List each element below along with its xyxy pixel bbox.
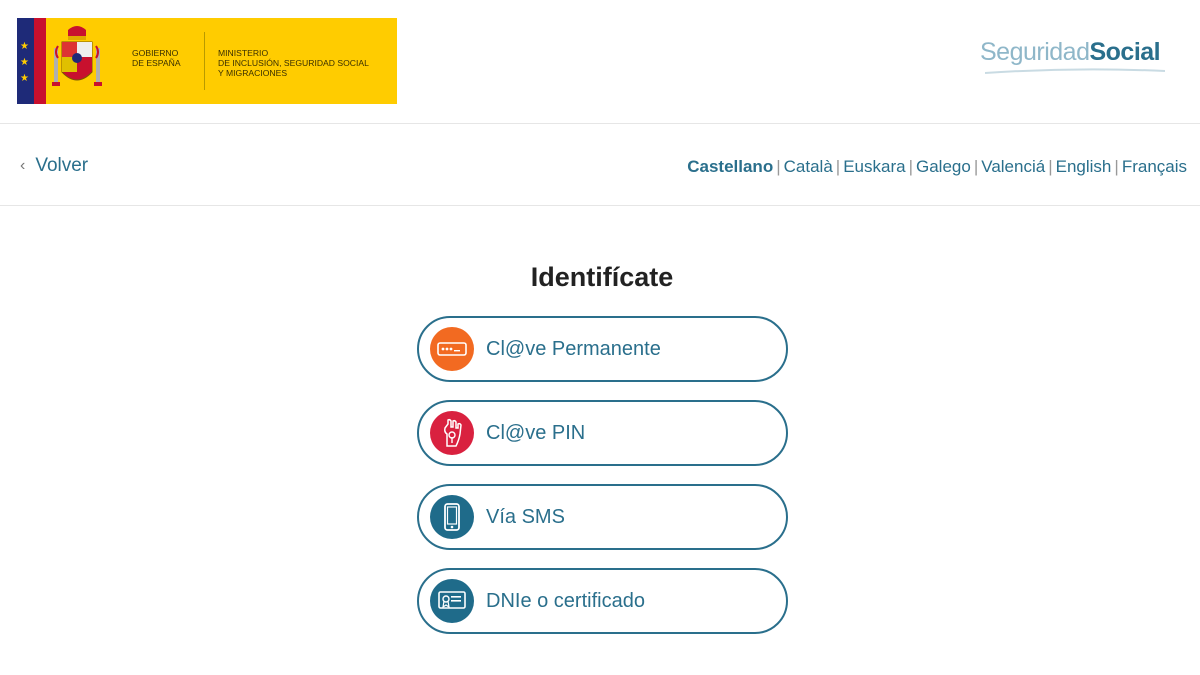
lang-galego[interactable]: Galego — [916, 157, 971, 177]
eu-star-icon: ★ — [20, 73, 29, 84]
lang-separator: | — [973, 157, 979, 176]
ministry-line: de Inclusión, Seguridad Social — [218, 58, 369, 68]
red-strip — [34, 18, 46, 104]
mobile-phone-icon — [430, 495, 474, 539]
clave-permanente-button[interactable]: Cl@ve Permanente — [417, 316, 788, 382]
password-field-icon — [430, 327, 474, 371]
eu-star-icon: ★ — [20, 41, 29, 52]
government-logo[interactable]: ★ ★ ★ Gobierno — [17, 18, 397, 104]
chevron-left-icon: ‹ — [20, 157, 26, 174]
lang-separator: | — [835, 157, 841, 176]
lang-valencia[interactable]: Valenciá — [981, 157, 1045, 177]
lang-catala[interactable]: Català — [784, 157, 833, 177]
dnie-certificado-button[interactable]: DNIe o certificado — [417, 568, 788, 634]
lang-euskara[interactable]: Euskara — [843, 157, 905, 177]
lang-castellano[interactable]: Castellano — [687, 157, 773, 177]
lang-separator: | — [776, 157, 781, 176]
government-line: Gobierno — [132, 48, 179, 58]
language-selector: Castellano | Català | Euskara | Galego |… — [687, 157, 1187, 177]
brand-light-text: Seguridad — [980, 38, 1090, 66]
clave-pin-button[interactable]: Cl@ve PIN — [417, 400, 788, 466]
coat-of-arms-icon — [46, 18, 108, 104]
lang-separator: | — [908, 157, 913, 176]
brand-swoosh — [985, 68, 1165, 74]
lang-francais[interactable]: Français — [1122, 157, 1187, 177]
brand-bold-text: Social — [1089, 38, 1161, 66]
eu-flag-strip: ★ ★ ★ — [17, 18, 34, 104]
ministry-name: Ministerio de Inclusión, Seguridad Socia… — [218, 48, 369, 78]
ministry-line: y Migraciones — [218, 68, 288, 78]
government-line: de España — [132, 58, 181, 68]
navigation-bar: ‹ Volver Castellano | Català | Euskara |… — [0, 125, 1200, 206]
ministry-line: Ministerio — [218, 48, 269, 58]
site-header: ★ ★ ★ Gobierno — [0, 0, 1200, 124]
government-name: Gobierno de España — [132, 48, 181, 68]
page-title: Identifícate — [530, 262, 674, 292]
option-label: Cl@ve PIN — [486, 421, 586, 444]
back-label: Volver — [35, 155, 89, 176]
certificate-icon — [430, 579, 474, 623]
hand-key-icon — [430, 411, 474, 455]
lang-separator: | — [1048, 157, 1053, 176]
option-label: DNIe o certificado — [486, 589, 645, 612]
via-sms-button[interactable]: Vía SMS — [417, 484, 788, 550]
logo-divider — [204, 32, 205, 90]
option-label: Vía SMS — [486, 505, 565, 528]
option-label: Cl@ve Permanente — [486, 337, 661, 360]
eu-star-icon: ★ — [20, 57, 29, 68]
lang-separator: | — [1114, 157, 1119, 176]
lang-english[interactable]: English — [1056, 157, 1112, 177]
back-link[interactable]: ‹ Volver — [20, 155, 88, 177]
